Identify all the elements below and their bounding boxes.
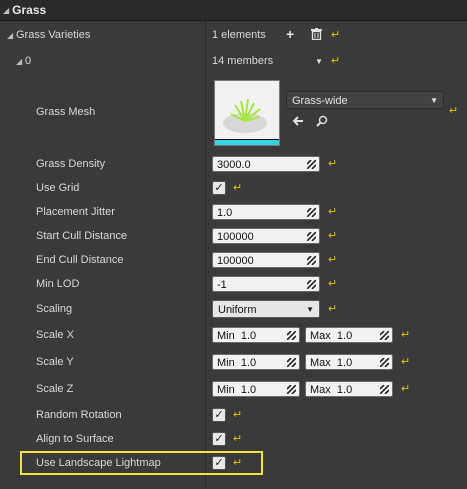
collapse-triangle-icon[interactable]: ◢ — [3, 6, 9, 15]
drag-handle-icon[interactable] — [287, 385, 296, 394]
expand-triangle-icon[interactable]: ◢ — [16, 57, 22, 66]
drag-handle-icon[interactable] — [307, 256, 316, 265]
reset-arrow-icon[interactable]: ↵ — [331, 30, 341, 41]
element-index: 0 — [25, 55, 32, 67]
scale-x-min-input[interactable]: Min 1.0 — [212, 327, 300, 343]
reset-arrow-icon[interactable]: ↵ — [328, 207, 338, 218]
expand-triangle-icon[interactable]: ◢ — [7, 31, 13, 40]
reset-arrow-icon[interactable]: ↵ — [401, 384, 411, 395]
reset-arrow-icon[interactable]: ↵ — [449, 106, 459, 117]
drag-handle-icon[interactable] — [307, 280, 316, 289]
scale-x-max-label: Max — [310, 330, 331, 342]
scale-x-min-value: 1.0 — [240, 330, 257, 342]
scale-x-label: Scale X — [36, 329, 74, 341]
scaling-value: Uniform — [218, 304, 257, 316]
scale-y-min-label: Min — [217, 357, 235, 369]
elements-count: 1 elements — [212, 29, 266, 41]
scale-y-max-label: Max — [310, 357, 331, 369]
start-cull-input[interactable]: 100000 — [212, 228, 320, 244]
grass-varieties-label: Grass Varieties — [16, 29, 91, 41]
grass-density-label: Grass Density — [36, 158, 106, 170]
scale-z-min-input[interactable]: Min 1.0 — [212, 381, 300, 397]
chevron-down-icon[interactable]: ▼ — [315, 57, 323, 66]
drag-handle-icon[interactable] — [380, 385, 389, 394]
use-grid-label: Use Grid — [36, 182, 80, 194]
grass-mesh-label: Grass Mesh — [36, 106, 96, 118]
scale-x-max-value: 1.0 — [336, 330, 353, 342]
reset-arrow-icon[interactable]: ↵ — [328, 279, 338, 290]
reset-arrow-icon[interactable]: ↵ — [328, 304, 338, 315]
random-rotation-checkbox[interactable]: ✓ — [212, 408, 226, 422]
drag-handle-icon[interactable] — [307, 208, 316, 217]
min-lod-value: -1 — [217, 279, 227, 291]
random-rotation-label: Random Rotation — [36, 409, 122, 421]
reset-arrow-icon[interactable]: ↵ — [328, 159, 338, 170]
end-cull-input[interactable]: 100000 — [212, 252, 320, 268]
drag-handle-icon[interactable] — [287, 331, 296, 340]
trash-icon[interactable] — [311, 28, 322, 42]
drag-handle-icon[interactable] — [287, 358, 296, 367]
start-cull-label: Start Cull Distance — [36, 230, 128, 242]
scale-z-min-label: Min — [217, 384, 235, 396]
scale-y-min-value: 1.0 — [240, 357, 257, 369]
scale-z-max-label: Max — [310, 384, 331, 396]
mesh-asset-dropdown[interactable]: Grass-wide ▼ — [286, 91, 444, 109]
grass-section-header[interactable]: ◢ Grass — [0, 0, 467, 21]
drag-handle-icon[interactable] — [380, 358, 389, 367]
placement-jitter-label: Placement Jitter — [36, 206, 115, 218]
reset-arrow-icon[interactable]: ↵ — [401, 330, 411, 341]
arrow-left-icon[interactable] — [292, 115, 304, 129]
scale-z-min-value: 1.0 — [240, 384, 257, 396]
placement-jitter-value: 1.0 — [217, 207, 233, 219]
start-cull-value: 100000 — [217, 231, 254, 243]
grass-density-input[interactable]: 3000.0 — [212, 156, 320, 172]
plus-icon[interactable]: + — [286, 27, 294, 41]
highlight-box — [20, 451, 263, 475]
scale-x-max-input[interactable]: Max 1.0 — [305, 327, 393, 343]
magnifier-icon[interactable] — [316, 115, 328, 129]
grass-density-value: 3000.0 — [217, 159, 251, 171]
reset-arrow-icon[interactable]: ↵ — [328, 231, 338, 242]
scale-z-max-value: 1.0 — [336, 384, 353, 396]
drag-handle-icon[interactable] — [307, 160, 316, 169]
section-title: Grass — [12, 3, 47, 17]
scaling-dropdown[interactable]: Uniform ▼ — [212, 300, 320, 318]
min-lod-input[interactable]: -1 — [212, 276, 320, 292]
mesh-asset-value: Grass-wide — [292, 95, 348, 107]
placement-jitter-input[interactable]: 1.0 — [212, 204, 320, 220]
members-count: 14 members — [212, 55, 274, 67]
drag-handle-icon[interactable] — [307, 232, 316, 241]
reset-arrow-icon[interactable]: ↵ — [233, 183, 243, 194]
chevron-down-icon: ▼ — [306, 305, 314, 314]
reset-arrow-icon[interactable]: ↵ — [328, 255, 338, 266]
scale-z-max-input[interactable]: Max 1.0 — [305, 381, 393, 397]
grass-varieties-row: ◢ Grass Varieties 1 elements + ↵ — [0, 23, 467, 47]
align-surface-label: Align to Surface — [36, 433, 114, 445]
scale-y-min-input[interactable]: Min 1.0 — [212, 354, 300, 370]
chevron-down-icon: ▼ — [430, 96, 438, 105]
scale-y-max-input[interactable]: Max 1.0 — [305, 354, 393, 370]
reset-arrow-icon[interactable]: ↵ — [331, 56, 341, 67]
end-cull-label: End Cull Distance — [36, 254, 124, 266]
scale-y-max-value: 1.0 — [336, 357, 353, 369]
reset-arrow-icon[interactable]: ↵ — [233, 410, 243, 421]
scale-x-min-label: Min — [217, 330, 235, 342]
end-cull-value: 100000 — [217, 255, 254, 267]
scaling-label: Scaling — [36, 303, 73, 315]
align-surface-checkbox[interactable]: ✓ — [212, 432, 226, 446]
grass-thumbnail-image — [215, 81, 279, 139]
reset-arrow-icon[interactable]: ↵ — [401, 357, 411, 368]
mesh-thumbnail[interactable] — [214, 80, 280, 146]
min-lod-label: Min LOD — [36, 278, 80, 290]
scale-z-label: Scale Z — [36, 383, 74, 395]
thumbnail-accent-bar — [215, 140, 279, 145]
array-element-row: ◢ 0 14 members ▼ ↵ — [0, 49, 467, 73]
drag-handle-icon[interactable] — [380, 331, 389, 340]
reset-arrow-icon[interactable]: ↵ — [233, 434, 243, 445]
scale-y-label: Scale Y — [36, 356, 74, 368]
use-grid-checkbox[interactable]: ✓ — [212, 181, 226, 195]
